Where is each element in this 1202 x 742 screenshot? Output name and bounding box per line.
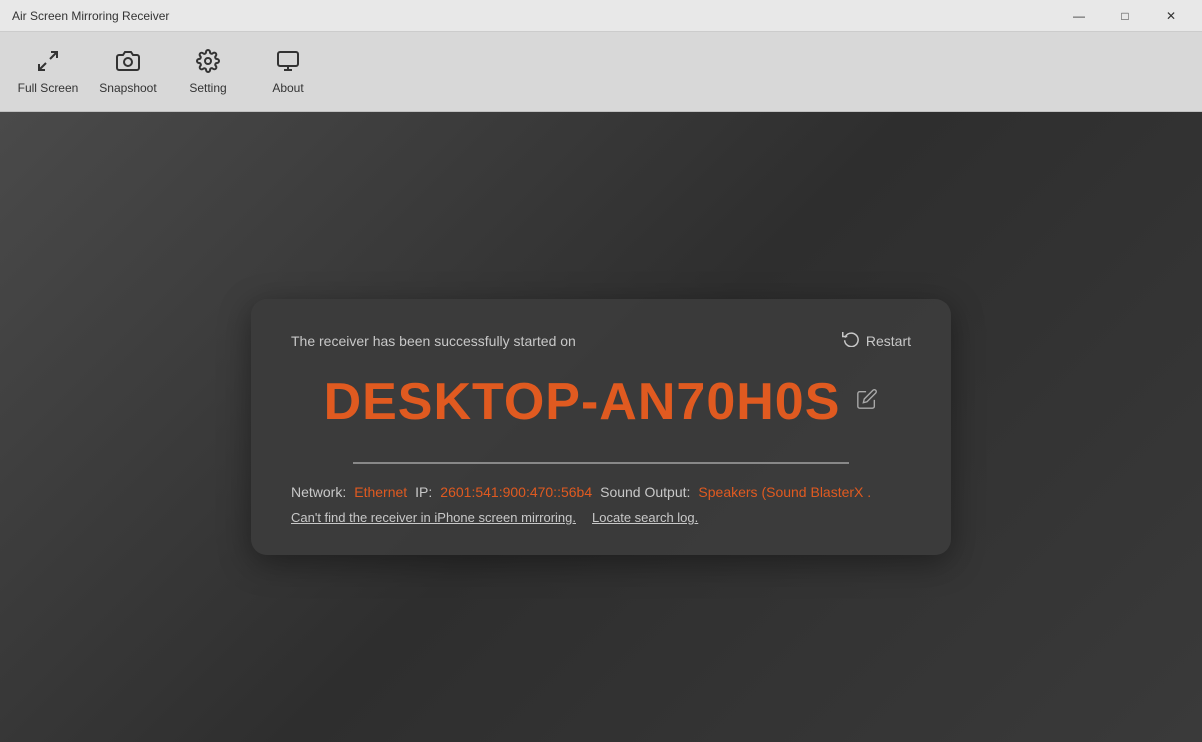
info-card: The receiver has been successfully start… (251, 299, 951, 555)
ip-value: 2601:541:900:470::56b4 (440, 484, 592, 500)
cant-find-link[interactable]: Can't find the receiver in iPhone screen… (291, 510, 576, 525)
maximize-button[interactable]: □ (1102, 0, 1148, 32)
snapshot-icon (116, 49, 140, 77)
sound-label: Sound Output: (600, 484, 690, 500)
edit-icon[interactable] (856, 388, 878, 416)
card-header: The receiver has been successfully start… (291, 329, 911, 352)
fullscreen-button[interactable]: Full Screen (8, 37, 88, 107)
restart-icon (842, 329, 860, 352)
window-title: Air Screen Mirroring Receiver (12, 9, 169, 23)
fullscreen-icon (36, 49, 60, 77)
about-icon (276, 49, 300, 77)
hostname-underline (353, 462, 849, 464)
setting-button[interactable]: Setting (168, 37, 248, 107)
locate-log-link[interactable]: Locate search log. (592, 510, 698, 525)
hostname-row: DESKTOP-AN70H0S (291, 372, 911, 432)
network-label: Network: (291, 484, 346, 500)
sound-value: Speakers (Sound BlasterX . (698, 484, 871, 500)
setting-icon (196, 49, 220, 77)
setting-label: Setting (189, 81, 226, 95)
status-text: The receiver has been successfully start… (291, 333, 576, 349)
minimize-button[interactable]: — (1056, 0, 1102, 32)
ip-label: IP: (415, 484, 432, 500)
window-controls: — □ ✕ (1056, 0, 1194, 32)
snapshot-button[interactable]: Snapshoot (88, 37, 168, 107)
links-row: Can't find the receiver in iPhone screen… (291, 510, 911, 525)
snapshot-label: Snapshoot (99, 81, 156, 95)
main-area: The receiver has been successfully start… (0, 112, 1202, 742)
about-label: About (272, 81, 303, 95)
fullscreen-label: Full Screen (18, 81, 79, 95)
close-button[interactable]: ✕ (1148, 0, 1194, 32)
restart-button[interactable]: Restart (842, 329, 911, 352)
title-bar: Air Screen Mirroring Receiver — □ ✕ (0, 0, 1202, 32)
network-value: Ethernet (354, 484, 407, 500)
network-row: Network: Ethernet IP: 2601:541:900:470::… (291, 484, 911, 500)
hostname-text: DESKTOP-AN70H0S (324, 372, 841, 432)
toolbar: Full Screen Snapshoot Setting About (0, 32, 1202, 112)
restart-label: Restart (866, 333, 911, 349)
about-button[interactable]: About (248, 37, 328, 107)
